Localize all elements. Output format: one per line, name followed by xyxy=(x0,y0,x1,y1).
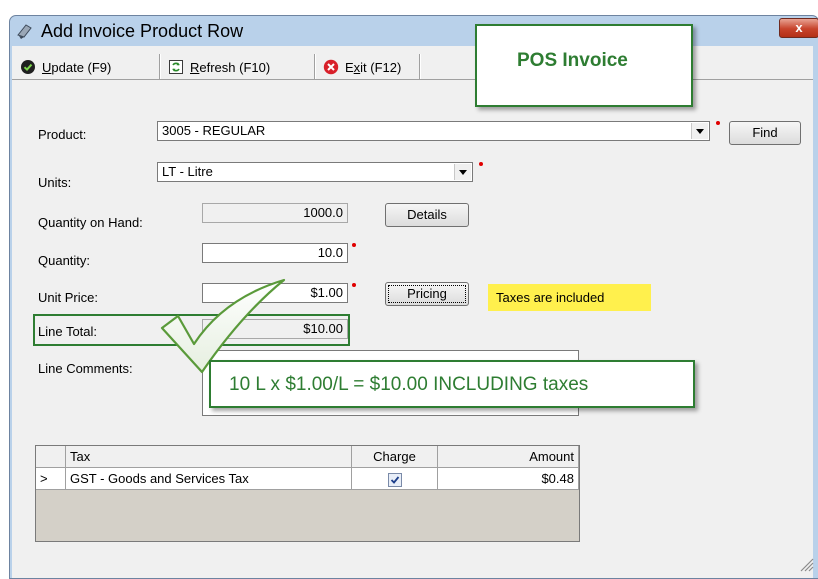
refresh-icon xyxy=(169,60,183,74)
units-combo[interactable]: LT - Litre xyxy=(157,162,473,182)
amount-cell[interactable]: $0.48 xyxy=(438,468,579,490)
grid-corner-cell xyxy=(36,446,66,468)
find-button[interactable]: Find xyxy=(729,121,801,145)
including-taxes-callout: 10 L x $1.00/L = $10.00 INCLUDING taxes xyxy=(209,360,695,408)
required-marker xyxy=(479,162,483,166)
check-circle-icon xyxy=(21,60,35,74)
qoh-field: 1000.0 xyxy=(202,203,348,223)
exit-x-icon xyxy=(323,59,339,75)
required-marker xyxy=(716,121,720,125)
exit-label: it (F12) xyxy=(360,59,402,75)
line-comments-label: Line Comments: xyxy=(38,361,133,376)
unit-price-label: Unit Price: xyxy=(38,290,98,305)
units-label: Units: xyxy=(38,175,72,190)
details-button[interactable]: Details xyxy=(385,203,469,227)
column-header-tax[interactable]: Tax xyxy=(66,446,352,468)
update-button[interactable]: Update (F9) xyxy=(20,53,111,81)
update-label: pdate (F9) xyxy=(51,59,112,75)
qoh-label: Quantity on Hand: xyxy=(38,215,143,230)
refresh-button[interactable]: Refresh (F10) xyxy=(168,53,270,81)
update-hotkey: U xyxy=(42,59,52,75)
units-value: LT - Litre xyxy=(162,164,213,179)
invoice-row-icon xyxy=(17,24,32,39)
checkbox-check-icon xyxy=(390,475,399,484)
including-taxes-text: 10 L x $1.00/L = $10.00 INCLUDING taxes xyxy=(229,374,589,395)
product-label: Product: xyxy=(38,127,87,142)
product-value: 3005 - REGULAR xyxy=(162,123,266,138)
quantity-field[interactable]: 10.0 xyxy=(202,243,348,263)
pos-invoice-text: POS Invoice xyxy=(517,50,628,71)
required-marker xyxy=(352,283,356,287)
title-bar: Add Invoice Product Row x xyxy=(10,16,818,46)
product-combo[interactable]: 3005 - REGULAR xyxy=(157,121,710,141)
charge-checkbox[interactable] xyxy=(387,472,402,487)
exit-prefix: E xyxy=(345,59,354,75)
chevron-down-icon[interactable] xyxy=(454,164,471,180)
pos-invoice-callout: POS Invoice xyxy=(475,24,693,107)
column-header-amount[interactable]: Amount xyxy=(438,446,579,468)
toolbar: Update (F9) Refresh (F10) Exit (F12) xyxy=(16,52,421,82)
exit-button[interactable]: Exit (F12) xyxy=(323,53,401,81)
toolbar-separator xyxy=(159,54,161,80)
toolbar-separator xyxy=(314,54,316,80)
taxes-included-note: Taxes are included xyxy=(488,284,651,311)
charge-cell[interactable] xyxy=(352,468,438,490)
row-indicator[interactable]: > xyxy=(36,468,66,490)
resize-grip-icon[interactable] xyxy=(798,556,814,572)
tax-grid[interactable]: Tax Charge Amount > GST - Goods and Serv… xyxy=(35,445,580,542)
quantity-label: Quantity: xyxy=(38,253,91,268)
chevron-down-icon[interactable] xyxy=(691,123,708,139)
required-marker xyxy=(352,243,356,247)
refresh-hotkey: R xyxy=(190,59,200,75)
column-header-charge[interactable]: Charge xyxy=(352,446,438,468)
window-title: Add Invoice Product Row xyxy=(41,21,244,41)
toolbar-separator xyxy=(419,54,421,80)
tax-name-cell[interactable]: GST - Goods and Services Tax xyxy=(66,468,352,490)
pricing-button[interactable]: Pricing xyxy=(385,282,469,306)
refresh-label: efresh (F10) xyxy=(199,59,271,75)
close-button[interactable]: x xyxy=(779,18,818,38)
